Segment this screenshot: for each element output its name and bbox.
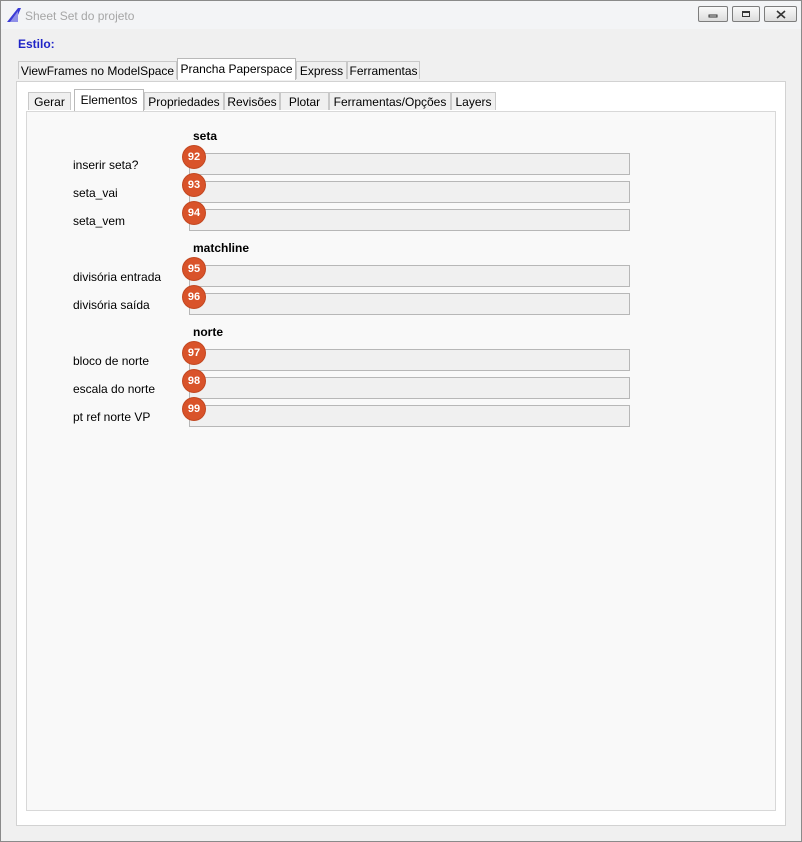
tab-elementos[interactable]: Elementos [74, 89, 144, 111]
tab-plotar[interactable]: Plotar [280, 92, 329, 110]
divisoria-entrada-input[interactable] [189, 265, 630, 287]
app-logo-icon [7, 8, 21, 22]
number-badge: 99 [183, 398, 205, 420]
estilo-label: Estilo: [18, 37, 55, 51]
field-label-bloco-de-norte: bloco de norte [73, 354, 150, 368]
field-label-divisoria-entrada: divisória entrada [73, 270, 162, 284]
maximize-icon [742, 11, 750, 17]
number-badge: 98 [183, 370, 205, 392]
number-badge: 95 [183, 258, 205, 280]
minimize-button[interactable] [698, 6, 728, 22]
tab-ferramentas[interactable]: Ferramentas [347, 61, 420, 79]
tab-revisoes[interactable]: Revisões [224, 92, 280, 110]
field-label-pt-ref-norte-vp: pt ref norte VP [73, 410, 151, 424]
pt-ref-norte-vp-input[interactable] [189, 405, 630, 427]
bloco-de-norte-input[interactable] [189, 349, 630, 371]
escala-do-norte-input[interactable] [189, 377, 630, 399]
close-button[interactable] [764, 6, 797, 22]
number-badge: 92 [183, 146, 205, 168]
divisoria-saida-input[interactable] [189, 293, 630, 315]
title-bar[interactable]: Sheet Set do projeto [1, 1, 801, 29]
inserir-seta-input[interactable] [189, 153, 630, 175]
field-label-seta-vem: seta_vem [73, 214, 126, 228]
field-label-escala-do-norte: escala do norte [73, 382, 156, 396]
number-badge: 97 [183, 342, 205, 364]
number-badge: 94 [183, 202, 205, 224]
tab-propriedades[interactable]: Propriedades [144, 92, 224, 110]
maximize-button[interactable] [732, 6, 760, 22]
tab-layers[interactable]: Layers [451, 92, 496, 110]
tab-viewframes-modelspace[interactable]: ViewFrames no ModelSpace [18, 61, 177, 79]
section-matchline-title: matchline [193, 241, 250, 255]
field-label-seta-vai: seta_vai [73, 186, 118, 200]
close-icon [775, 9, 786, 19]
app-window: Sheet Set do projeto Estilo: ViewFrames … [0, 0, 802, 842]
field-label-inserir-seta: inserir seta? [73, 158, 139, 172]
tab-prancha-paperspace[interactable]: Prancha Paperspace [177, 58, 296, 80]
tab-express[interactable]: Express [296, 61, 347, 79]
number-badge: 93 [183, 174, 205, 196]
number-badge: 96 [183, 286, 205, 308]
section-seta-title: seta [193, 129, 218, 143]
field-label-divisoria-saida: divisória saída [73, 298, 150, 312]
tab-ferramentas-opcoes[interactable]: Ferramentas/Opções [329, 92, 451, 110]
tab-gerar[interactable]: Gerar [28, 92, 71, 110]
section-norte-title: norte [193, 325, 223, 339]
seta-vai-input[interactable] [189, 181, 630, 203]
seta-vem-input[interactable] [189, 209, 630, 231]
minimize-icon [708, 14, 718, 18]
window-title: Sheet Set do projeto [25, 9, 135, 23]
